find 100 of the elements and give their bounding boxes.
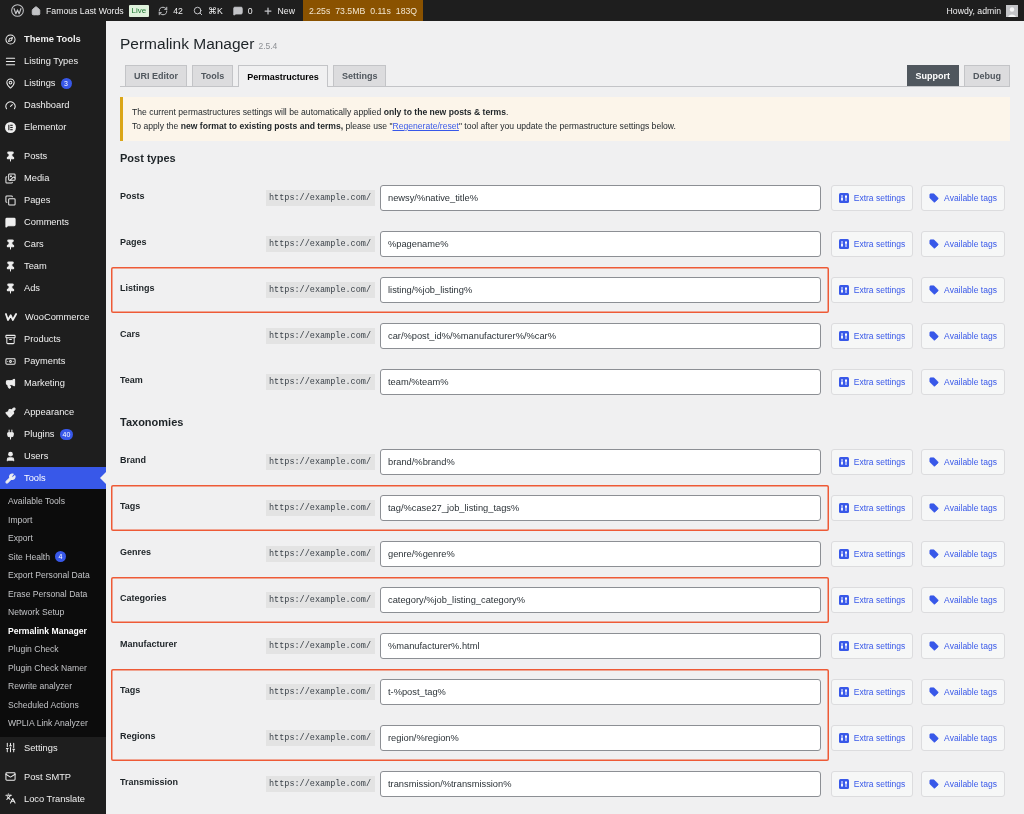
query-stats-link[interactable]: 2.25s 73.5MB 0.11s 183Q [302,0,424,21]
extra-settings-button[interactable]: Extra settings [831,369,913,395]
menu-item[interactable]: Theme Tools [0,28,106,50]
menu-item[interactable]: Products [0,328,106,350]
available-tags-button[interactable]: Available tags [921,771,1005,797]
permalink-input[interactable]: t-%post_tag% [380,679,821,705]
site-link[interactable]: Famous Last Words [26,0,129,21]
available-tags-button[interactable]: Available tags [921,679,1005,705]
new-link[interactable]: New [257,0,300,21]
tag-icon [929,641,940,651]
search-link[interactable]: ⌘K [187,0,228,21]
permalink-input[interactable]: transmission/%transmission% [380,771,821,797]
available-tags-button[interactable]: Available tags [921,323,1005,349]
permalink-input[interactable]: %manufacturer%.html [380,633,821,659]
menu-item[interactable]: Listing Types [0,50,106,72]
submenu-item[interactable]: Erase Personal Data [0,584,106,603]
submenu-item[interactable]: Export [0,529,106,548]
account-link[interactable]: Howdy, admin [940,0,1024,21]
available-tags-button[interactable]: Available tags [921,541,1005,567]
available-tags-button[interactable]: Available tags [921,277,1005,303]
submenu-item[interactable]: Scheduled Actions [0,695,106,714]
permalink-input[interactable]: tag/%case27_job_listing_tags% [380,495,821,521]
submenu-item[interactable]: Rewrite analyzer [0,677,106,696]
menu-item[interactable]: Settings [0,736,106,759]
menu-item[interactable]: Tools [0,467,106,489]
available-tags-button[interactable]: Available tags [921,449,1005,475]
menu-item[interactable]: Media [0,167,106,189]
available-tags-button[interactable]: Available tags [921,185,1005,211]
row-label: Regions [120,731,157,741]
extra-settings-button[interactable]: Extra settings [831,323,913,349]
available-tags-button[interactable]: Available tags [921,587,1005,613]
extra-settings-button[interactable]: Extra settings [831,495,913,521]
extra-settings-button[interactable]: Extra settings [831,633,913,659]
map-pin-icon [5,77,16,89]
row-label: Team [120,375,144,385]
submenu-item[interactable]: Plugin Check [0,640,106,659]
submenu-item[interactable]: Permalink Manager [0,621,106,640]
regenerate-link[interactable]: Regenerate/reset [392,121,459,131]
paintbrush-icon [5,406,16,418]
menu-item[interactable]: Appearance [0,401,106,423]
menu-item[interactable]: Team [0,255,106,277]
submenu-item[interactable]: Plugin Check Namer [0,658,106,677]
menu-item[interactable]: Ads [0,277,106,299]
tag-icon [929,239,940,249]
logo-icon [5,313,17,321]
logo-icon [5,121,16,133]
menu-item[interactable]: Payments [0,350,106,372]
available-tags-button[interactable]: Available tags [921,231,1005,257]
comments-link[interactable]: 0 [227,0,258,21]
extra-settings-button[interactable]: Extra settings [831,679,913,705]
extra-settings-button[interactable]: Extra settings [831,277,913,303]
menu-item[interactable]: Post SMTP [0,765,106,788]
menu-item[interactable]: Users [0,445,106,467]
available-tags-button[interactable]: Available tags [921,495,1005,521]
extra-settings-button[interactable]: Extra settings [831,185,913,211]
submenu-item[interactable]: Network Setup [0,603,106,622]
menu-item[interactable]: Posts [0,145,106,167]
menu-item[interactable]: Elementor [0,116,106,138]
submenu-item[interactable]: Import [0,510,106,529]
available-tags-button[interactable]: Available tags [921,633,1005,659]
tag-icon [929,595,940,605]
tag-icon [929,377,940,387]
tab[interactable]: Tools [192,65,234,86]
extra-settings-button[interactable]: Extra settings [831,771,913,797]
extra-settings-button[interactable]: Extra settings [831,231,913,257]
tag-icon [929,733,940,743]
menu-item[interactable]: Dashboard [0,94,106,116]
menu-item[interactable]: Comments [0,211,106,233]
extra-settings-button[interactable]: Extra settings [831,587,913,613]
permalink-input[interactable]: team/%team% [380,369,821,395]
menu-item[interactable]: Loco Translate [0,787,106,810]
tab[interactable]: URI Editor [125,65,187,86]
submenu-item[interactable]: WPLIA Link Analyzer [0,714,106,733]
extra-settings-button[interactable]: Extra settings [831,541,913,567]
url-prefix: https://example.com/ [266,730,375,746]
extra-settings-button[interactable]: Extra settings [831,449,913,475]
header-button[interactable]: Debug [964,65,1010,86]
menu-item[interactable]: Cars [0,233,106,255]
header-button[interactable]: Support [906,65,959,86]
menu-item[interactable]: Marketing [0,372,106,394]
submenu-item[interactable]: Available Tools [0,492,106,511]
menu-item[interactable]: Pages [0,189,106,211]
section-heading: Taxonomies [120,416,184,428]
row-label: Brand [120,455,147,465]
available-tags-button[interactable]: Available tags [921,725,1005,751]
permalink-input[interactable]: category/%job_listing_category% [380,587,821,613]
permalink-input[interactable]: genre/%genre% [380,541,821,567]
submenu-item[interactable]: Export Personal Data [0,566,106,585]
menu-item[interactable]: WooCommerce [0,306,106,328]
tab[interactable]: Settings [332,65,387,86]
permalink-input[interactable]: listing/%job_listing% [380,277,821,303]
permalink-input[interactable]: car/%post_id%/%manufacturer%/%car% [380,323,821,349]
available-tags-button[interactable]: Available tags [921,369,1005,395]
permalink-input[interactable]: region/%region% [380,725,821,751]
updates-link[interactable]: 42 [153,0,188,21]
permalink-input[interactable]: newsy/%native_title% [380,185,821,211]
permalink-input[interactable]: brand/%brand% [380,449,821,475]
permalink-input[interactable]: %pagename% [380,231,821,257]
extra-settings-button[interactable]: Extra settings [831,725,913,751]
tab[interactable]: Permastructures [238,65,328,87]
